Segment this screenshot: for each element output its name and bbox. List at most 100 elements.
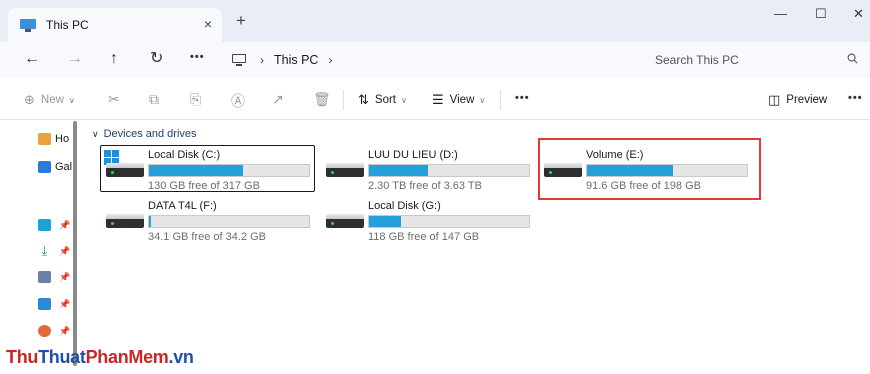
new-button[interactable]: ⊕ New ∨ bbox=[24, 92, 75, 108]
sidebar-item-desktop[interactable]: 📌 bbox=[38, 219, 70, 231]
command-bar: ⊕ New ∨ ✂ ⧉ ⎘ Ⓐ ↗ 🗑 ⇅ Sort ∨ ☰ View ∨ ••… bbox=[0, 80, 870, 120]
drive-usage-bar bbox=[148, 215, 310, 228]
tab-this-pc[interactable]: This PC × bbox=[8, 8, 222, 42]
preview-pane-icon: ◫ bbox=[768, 92, 781, 107]
drive-usage-fill bbox=[587, 165, 674, 176]
pin-icon: 📌 bbox=[59, 271, 71, 282]
drive-free-space: 34.1 GB free of 34.2 GB bbox=[148, 231, 267, 243]
drive-tile[interactable]: Local Disk (G:) 118 GB free of 147 GB bbox=[320, 198, 536, 243]
breadcrumb-chevron[interactable]: › bbox=[328, 53, 332, 67]
view-button[interactable]: ☰ View ∨ bbox=[432, 92, 485, 108]
drive-usage-fill bbox=[369, 165, 429, 176]
chevron-down-icon: ∨ bbox=[479, 95, 486, 105]
new-tab-button[interactable]: + bbox=[236, 12, 246, 29]
drive-name: LUU DU LIEU (D:) bbox=[368, 149, 458, 161]
drive-tile[interactable]: Volume (E:) 91.6 GB free of 198 GB bbox=[538, 147, 754, 192]
new-label: New bbox=[40, 94, 64, 106]
sidebar-item-gallery[interactable]: Gal bbox=[38, 161, 72, 173]
view-label: View bbox=[449, 94, 475, 106]
drive-free-space: 2.30 TB free of 3.63 TB bbox=[368, 180, 482, 192]
search-placeholder: Search This PC bbox=[655, 53, 739, 67]
watermark-text: Thuat bbox=[38, 347, 86, 367]
drive-name: Volume (E:) bbox=[586, 149, 644, 161]
sort-icon: ⇅ bbox=[358, 92, 369, 107]
hard-drive-icon bbox=[544, 163, 582, 177]
sidebar-scrollbar[interactable] bbox=[73, 121, 77, 366]
maximize-button[interactable]: ☐ bbox=[815, 6, 827, 22]
drive-free-space: 118 GB free of 147 GB bbox=[368, 231, 480, 243]
tab-close-button[interactable]: × bbox=[204, 16, 212, 32]
desktop-icon bbox=[38, 219, 51, 231]
drive-usage-fill bbox=[149, 216, 151, 227]
new-icon: ⊕ bbox=[24, 92, 35, 107]
refresh-button[interactable]: ↻ bbox=[150, 50, 163, 68]
hard-drive-icon bbox=[326, 214, 364, 228]
drive-name: DATA T4L (F:) bbox=[148, 200, 217, 212]
tab-title: This PC bbox=[46, 18, 89, 32]
breadcrumb-this-pc[interactable]: This PC bbox=[274, 53, 318, 67]
sort-label: Sort bbox=[374, 94, 396, 106]
drive-tile[interactable]: DATA T4L (F:) 34.1 GB free of 34.2 GB bbox=[100, 198, 316, 243]
breadcrumb-chevron[interactable]: › bbox=[260, 53, 264, 67]
hard-drive-icon bbox=[106, 214, 144, 228]
view-icon: ☰ bbox=[432, 92, 444, 107]
chevron-down-icon: ∨ bbox=[401, 95, 407, 105]
address-bar[interactable]: › This PC › bbox=[222, 45, 636, 75]
sort-button[interactable]: ⇅ Sort ∨ bbox=[358, 92, 407, 108]
drive-usage-bar bbox=[586, 164, 748, 177]
this-pc-icon bbox=[232, 54, 246, 66]
sidebar-item-label: Gal bbox=[55, 161, 73, 173]
sidebar-item-documents[interactable]: 📌 bbox=[38, 271, 70, 283]
watermark-text: Thu bbox=[6, 347, 39, 367]
group-title: Devices and drives bbox=[103, 128, 197, 140]
drive-name: Local Disk (C:) bbox=[148, 149, 221, 161]
back-button[interactable]: ← bbox=[24, 50, 40, 68]
delete-icon[interactable]: 🗑 bbox=[313, 91, 331, 108]
see-more-button[interactable]: ••• bbox=[515, 92, 530, 104]
drive-name: Local Disk (G:) bbox=[368, 200, 441, 212]
drive-free-space: 91.6 GB free of 198 GB bbox=[586, 180, 701, 192]
rename-icon[interactable]: Ⓐ bbox=[231, 91, 245, 111]
forward-button[interactable]: → bbox=[67, 50, 83, 68]
divider bbox=[343, 90, 344, 110]
sidebar-item-label: Ho bbox=[55, 133, 70, 145]
paste-icon[interactable]: ⎘ bbox=[190, 91, 201, 108]
drive-usage-bar bbox=[368, 215, 530, 228]
minimize-button[interactable]: — bbox=[774, 6, 787, 21]
sidebar-item-home[interactable]: Ho bbox=[38, 133, 69, 145]
group-header-devices[interactable]: ∨ Devices and drives bbox=[92, 128, 197, 140]
more-options-button[interactable]: ••• bbox=[848, 92, 863, 104]
watermark-logo: ThuThuatPhanMem.vn bbox=[6, 347, 194, 368]
cut-icon[interactable]: ✂ bbox=[108, 91, 120, 108]
chevron-down-icon: ∨ bbox=[92, 128, 99, 139]
pin-icon: 📌 bbox=[59, 219, 71, 230]
address-row: ← → ↑ ↻ ••• › This PC › Search This PC bbox=[0, 42, 870, 78]
hard-drive-icon bbox=[106, 163, 144, 177]
drive-usage-bar bbox=[148, 164, 310, 177]
this-pc-icon bbox=[20, 18, 36, 32]
drive-tile[interactable]: LUU DU LIEU (D:) 2.30 TB free of 3.63 TB bbox=[320, 147, 536, 192]
sidebar-item-pictures[interactable]: 📌 bbox=[38, 298, 70, 310]
sidebar-item-downloads[interactable]: ⤓ 📌 bbox=[38, 244, 71, 257]
pin-icon: 📌 bbox=[59, 245, 71, 256]
music-icon bbox=[38, 325, 51, 337]
preview-button[interactable]: ◫ Preview bbox=[768, 92, 827, 108]
drive-usage-bar bbox=[368, 164, 530, 177]
navigation-pane: Ho Gal 📌 ⤓ 📌 📌 📌 📌 bbox=[0, 121, 77, 374]
share-icon[interactable]: ↗ bbox=[272, 91, 284, 108]
more-nav-button[interactable]: ••• bbox=[190, 51, 205, 63]
search-box[interactable]: Search This PC bbox=[642, 45, 866, 75]
drive-free-space: 130 GB free of 317 GB bbox=[148, 180, 260, 192]
home-icon bbox=[38, 133, 51, 145]
drive-usage-fill bbox=[149, 165, 244, 176]
close-window-button[interactable]: ✕ bbox=[853, 6, 864, 22]
preview-label: Preview bbox=[786, 94, 828, 106]
drive-usage-fill bbox=[369, 216, 401, 227]
sidebar-item-music[interactable]: 📌 bbox=[38, 325, 70, 337]
gallery-icon bbox=[38, 161, 51, 173]
pin-icon: 📌 bbox=[59, 298, 71, 309]
up-button[interactable]: ↑ bbox=[110, 50, 118, 68]
hard-drive-icon bbox=[326, 163, 364, 177]
copy-icon[interactable]: ⧉ bbox=[149, 91, 159, 108]
drive-tile[interactable]: Local Disk (C:) 130 GB free of 317 GB bbox=[100, 147, 316, 192]
